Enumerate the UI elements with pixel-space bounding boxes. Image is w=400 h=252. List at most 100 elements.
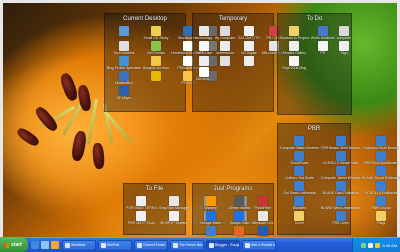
desktop-shortcut[interactable]: Winamp (195, 196, 227, 210)
taskbar-button[interactable]: Add a Roseta Image (242, 240, 276, 251)
desktop-shortcut[interactable]: technology (195, 26, 213, 40)
shortcut-icon (151, 86, 161, 96)
shortcut-icon (220, 26, 231, 36)
desktop-shortcut[interactable] (195, 56, 213, 66)
shortcut-icon (168, 211, 179, 221)
network-icon[interactable] (361, 242, 367, 248)
shortcut-label: Computer Tablet Window (321, 176, 361, 180)
desktop-icon[interactable] (41, 241, 49, 249)
desktop-shortcut[interactable]: Google Calc (229, 211, 250, 225)
desktop-shortcut[interactable]: PBR SMTP Tools (126, 211, 157, 225)
desktop-shortcut[interactable]: FBR Crocus (362, 196, 400, 210)
shortcut-label: FBR Lines (332, 221, 349, 225)
shortcut-icon (335, 151, 346, 161)
fence-temporary[interactable]: Temporary technology My Computer GA1 GMT-I… (192, 13, 286, 112)
desktop-shortcut[interactable]: PSR GMAT TERRA (126, 196, 157, 210)
desktop-shortcut[interactable]: Width Mobilizer (311, 26, 335, 40)
desktop-shortcut[interactable]: Windows Live (252, 211, 274, 225)
desktop-shortcut[interactable]: My Computer (215, 26, 236, 40)
desktop-shortcut[interactable]: Cell-Nov... (195, 67, 213, 81)
desktop-shortcut[interactable]: Blankets (280, 196, 319, 210)
desktop-shortcut[interactable]: Google Earth (195, 211, 227, 225)
desktop-shortcut[interactable] (215, 56, 236, 66)
desktop-shortcut[interactable]: Small OS Sticky (143, 26, 169, 40)
shortcut-icon (376, 151, 387, 161)
fence-icon-grid: Shortcut to Project Width Mobilizer comput… (278, 25, 351, 71)
desktop-shortcut[interactable]: Uniform Tint Scale (280, 166, 319, 180)
desktop-shortcut[interactable]: Blog Profile Spectator (107, 56, 141, 70)
fence-title: To File (145, 186, 164, 192)
desktop-shortcut[interactable]: GoodFlows (280, 151, 319, 165)
desktop-shortcut[interactable]: BLANK Wind Unwindows (321, 196, 360, 210)
shortcut-icon (198, 67, 209, 77)
desktop-shortcut[interactable] (143, 71, 169, 85)
shortcut-icon (234, 211, 245, 221)
desktop-shortcut[interactable]: GA1 GMT-ITS (238, 26, 260, 40)
desktop-shortcut[interactable]: eMailedBox (107, 71, 141, 85)
shortcut-icon (220, 56, 231, 66)
shortcut-icon (205, 226, 216, 236)
fence-just-programs[interactable]: Just Programs Winamp Dream Shield PhotoFil… (192, 183, 274, 240)
desktop-shortcut[interactable] (107, 26, 141, 40)
clock[interactable]: 9:48 AM (382, 243, 397, 248)
fence-title: Temporary (218, 16, 248, 22)
taskbar-button[interactable]: The Fence Next (170, 240, 204, 251)
media-icon[interactable] (51, 241, 59, 249)
desktop-shortcut[interactable]: Fences Gallery (280, 41, 309, 55)
fence-pbr[interactable]: PBR Computer Blank Screens FBR Beach Shel… (277, 123, 400, 235)
shortcut-icon (339, 41, 350, 51)
fence-icon-grid: Winamp Dream Shield PhotoFiltre Google Eart… (193, 195, 274, 241)
desktop-shortcut[interactable]: PhotoFiltre (252, 196, 274, 210)
desktop-shortcut[interactable]: Gray Skin Manager (159, 196, 189, 210)
fence-title: To Do (306, 16, 323, 22)
lily-anther (58, 71, 80, 103)
desktop-shortcut[interactable]: TwPS User (195, 41, 213, 55)
desktop-shortcut[interactable]: Sign (337, 41, 352, 55)
shortcut-label: Shortcut to Project (280, 36, 309, 40)
desktop-shortcut[interactable]: computer (337, 26, 351, 40)
shortcut-label: PSR GMAT TERRA (126, 206, 157, 210)
fence-current-desktop[interactable]: Current Desktop Small OS Sticky MozBrowse… (104, 13, 217, 112)
desktop-shortcut[interactable]: US Digital (238, 41, 260, 55)
desktop-shortcut[interactable]: Shortcut to Project (280, 26, 309, 40)
desktop-shortcut[interactable]: SCROLLS Beach Wall (321, 151, 360, 165)
desktop-shortcut[interactable]: Roughly an Hour (143, 56, 169, 70)
desktop-shortcut[interactable]: FBR Lines (321, 211, 360, 225)
fence-to-file[interactable]: To File PSR GMAT TERRA Gray Skin Manager F… (123, 183, 256, 235)
desktop-shortcut[interactable]: Computer Tablet Window (321, 166, 360, 180)
taskbar-button[interactable]: Blogger - Roughly an... (206, 240, 240, 251)
desktop-shortcut[interactable]: Sept 2008 Blog (280, 56, 309, 70)
desktop-shortcut[interactable]: Flags (362, 211, 400, 225)
taskbar-button[interactable]: Workflow (62, 240, 96, 251)
shortcut-label: Blankets (292, 206, 307, 210)
desktop-shortcut[interactable]: PH (311, 41, 335, 55)
ie-icon[interactable] (31, 241, 39, 249)
desktop-shortcut[interactable]: 3F-Maps (107, 86, 141, 100)
desktop-shortcut[interactable]: screenshot (215, 41, 236, 55)
desktop-shortcut[interactable]: SCROLLS Rollbacks (362, 181, 400, 195)
windows-logo-icon (4, 242, 9, 248)
desktop-shortcut[interactable]: FBR Beach Shell Boards (321, 136, 360, 150)
desktop-shortcut[interactable]: Get Fences (143, 41, 169, 55)
taskbar-button[interactable]: WinPad (98, 240, 132, 251)
volume-icon[interactable] (368, 242, 374, 248)
desktop-shortcut[interactable]: FBR Pick BlockBuster (362, 151, 400, 165)
fence-to-do[interactable]: To Do Shortcut to Project Width Mobilizer… (277, 13, 352, 115)
security-icon[interactable] (375, 242, 381, 248)
start-button[interactable]: start (0, 238, 28, 252)
desktop-shortcut[interactable]: Cover (280, 211, 319, 225)
lily-anther (91, 142, 106, 170)
desktop-shortcut[interactable]: Mr BRYP Modem (159, 211, 189, 225)
shortcut-label: Windows Live (251, 221, 274, 225)
taskbar-button[interactable]: Current Fence (134, 240, 168, 251)
desktop-shortcut[interactable] (238, 56, 260, 66)
desktop-shortcut[interactable]: BLANK Shoot Rollbacks (362, 166, 400, 180)
desktop-shortcut[interactable]: Gol Slack Unthreads (280, 181, 319, 195)
desktop-shortcut[interactable]: Computer Blank Screens (280, 136, 319, 150)
desktop-shortcut[interactable]: BLANK Gold Rollbacks (321, 181, 360, 195)
desktop-shortcut[interactable]: Snapshot Shell Boards (362, 136, 400, 150)
window-icon (245, 243, 250, 248)
desktop-shortcut[interactable]: Tech Oddities (107, 41, 141, 55)
desktop-shortcut[interactable]: Dream Shield (229, 196, 250, 210)
shortcut-icon (205, 211, 216, 221)
